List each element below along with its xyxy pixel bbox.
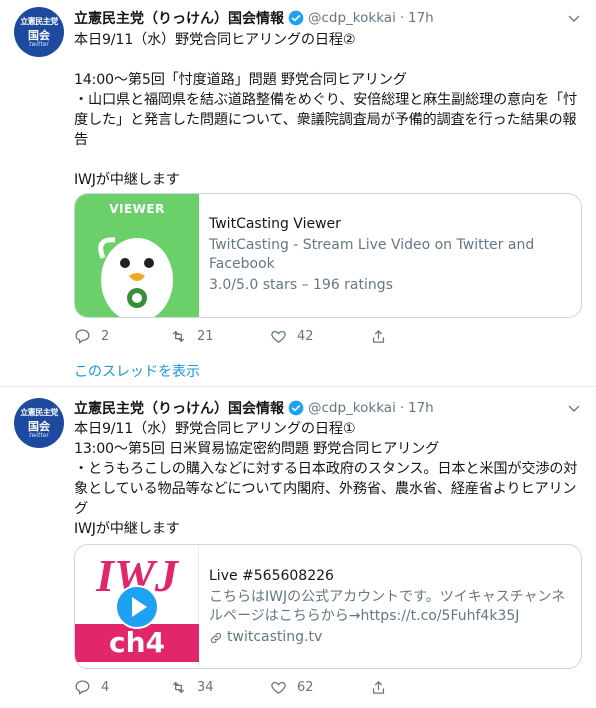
- reply-button[interactable]: 4: [74, 679, 109, 696]
- card-title: TwitCasting Viewer: [209, 216, 341, 232]
- reply-count: 2: [101, 329, 110, 344]
- author-name[interactable]: 立憲民主党（りっけん）国会情報: [74, 398, 284, 418]
- reply-button[interactable]: 2: [74, 328, 109, 345]
- card-image: VIEWER: [75, 194, 199, 317]
- card-title: Live #565608226: [209, 568, 334, 584]
- tweet-header: 立憲民主党（りっけん）国会情報 @cdp_kokkai · 17h: [74, 398, 434, 418]
- author-name[interactable]: 立憲民主党（りっけん）国会情報: [74, 8, 284, 28]
- card-description: TwitCasting - Stream Live Video on Twitt…: [209, 237, 535, 272]
- card-image-label: VIEWER: [109, 202, 165, 216]
- like-button[interactable]: 62: [270, 679, 314, 696]
- show-thread-link[interactable]: このスレッドを表示: [74, 361, 200, 381]
- twitcasting-bird-icon: [98, 237, 173, 317]
- card-description: こちらはIWJの公式アカウントです。ツイキャスチャンネルページはこちらから→ht…: [209, 589, 566, 624]
- retweet-count: 21: [197, 329, 214, 344]
- reply-count: 4: [101, 680, 110, 695]
- retweet-icon: [172, 681, 185, 694]
- tweet[interactable]: 立憲民主党 国会 twitter 立憲民主党（りっけん）国会情報 @cdp_ko…: [0, 0, 596, 386]
- share-button[interactable]: [370, 679, 397, 696]
- avatar-text: 立憲民主党: [20, 17, 58, 26]
- tweet[interactable]: 立憲民主党 国会 twitter 立憲民主党（りっけん）国会情報 @cdp_ko…: [0, 386, 596, 708]
- chevron-down-icon[interactable]: [566, 11, 582, 27]
- avatar-text: twitter: [29, 41, 49, 48]
- avatar[interactable]: 立憲民主党 国会 twitter: [14, 7, 64, 57]
- heart-icon: [271, 681, 286, 694]
- card-image-logo-bottom: ch4: [75, 624, 199, 662]
- verified-icon: [288, 400, 304, 416]
- separator-dot: ·: [399, 10, 404, 26]
- separator-dot: ·: [399, 400, 404, 416]
- tweet-header: 立憲民主党（りっけん）国会情報 @cdp_kokkai · 17h: [74, 8, 434, 28]
- avatar[interactable]: 立憲民主党 国会 twitter: [14, 398, 64, 448]
- retweet-count: 34: [197, 680, 214, 695]
- retweet-button[interactable]: 21: [170, 328, 214, 345]
- like-count: 42: [297, 329, 314, 344]
- retweet-icon: [172, 330, 185, 343]
- author-handle[interactable]: @cdp_kokkai: [308, 10, 396, 26]
- link-card[interactable]: VIEWER TwitCasting Viewer TwitCasting - …: [74, 193, 582, 318]
- reply-icon: [75, 329, 90, 344]
- avatar-text: twitter: [29, 432, 49, 439]
- timestamp[interactable]: 17h: [408, 400, 434, 416]
- card-domain: twitcasting.tv: [227, 629, 323, 645]
- share-button[interactable]: [370, 328, 397, 345]
- avatar-text: 立憲民主党: [20, 408, 58, 417]
- link-icon: [210, 632, 222, 643]
- chevron-down-icon[interactable]: [566, 401, 582, 417]
- card-domain-row: twitcasting.tv: [209, 628, 569, 647]
- author-handle[interactable]: @cdp_kokkai: [308, 400, 396, 416]
- heart-icon: [271, 330, 286, 343]
- tweet-actions: 4 34 62: [74, 679, 404, 701]
- tweet-text: 本日9/11（水）野党合同ヒアリングの日程① 13:00〜第5回 日米貿易協定密…: [74, 421, 578, 537]
- card-image: IWJ ch4: [75, 545, 199, 668]
- like-button[interactable]: 42: [270, 328, 314, 345]
- reply-icon: [75, 680, 90, 695]
- verified-icon: [288, 10, 304, 26]
- share-icon: [372, 681, 385, 694]
- tweet-text: 本日9/11（水）野党合同ヒアリングの日程② 14:00〜第5回「忖度道路」問題…: [74, 32, 577, 188]
- link-card[interactable]: IWJ ch4 Live #565608226 こちらはIWJの公式アカウントで…: [74, 544, 582, 669]
- retweet-button[interactable]: 34: [170, 679, 214, 696]
- timestamp[interactable]: 17h: [408, 10, 434, 26]
- share-icon: [372, 330, 385, 343]
- card-rating: 3.0/5.0 stars – 196 ratings: [209, 277, 393, 293]
- like-count: 62: [297, 680, 314, 695]
- play-icon[interactable]: [115, 585, 159, 629]
- tweet-actions: 2 21 42: [74, 328, 404, 350]
